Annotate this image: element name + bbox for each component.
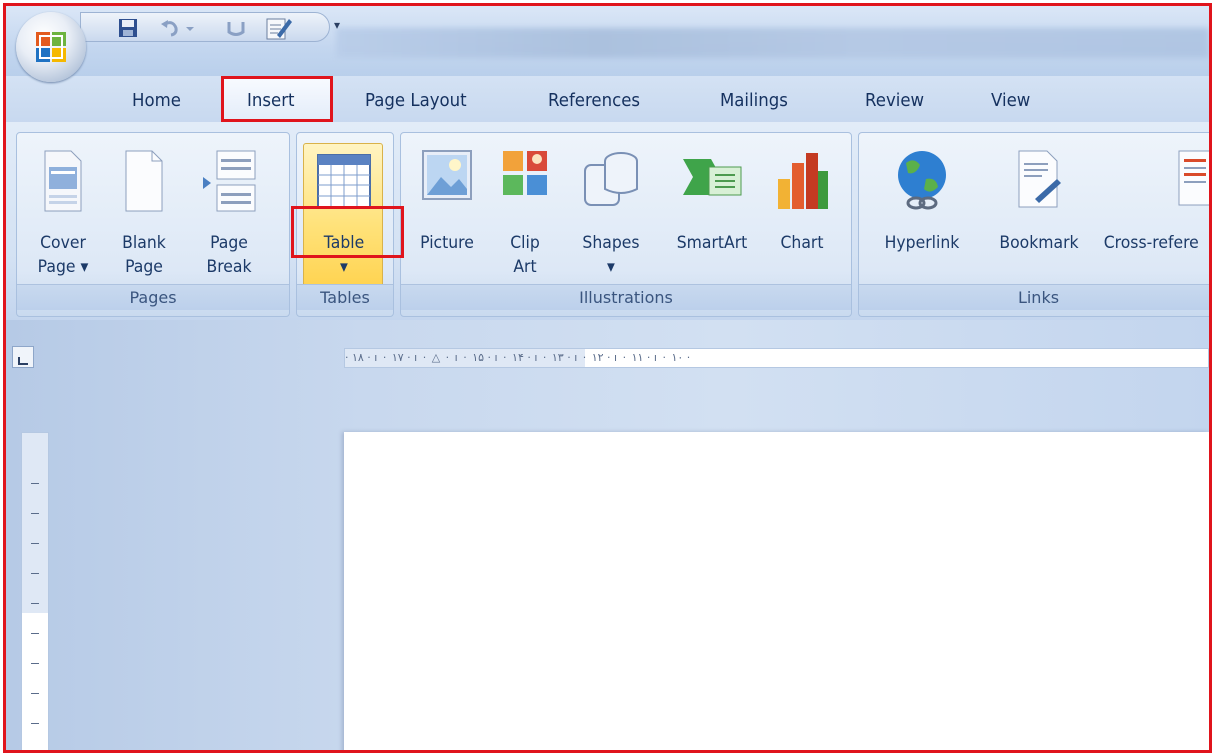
cross-reference-icon xyxy=(1178,150,1209,206)
ruler-tick xyxy=(31,573,39,574)
smartart-button[interactable]: SmartArt xyxy=(659,139,765,289)
bookmark-label: Bookmark xyxy=(999,233,1079,253)
title-blur xyxy=(336,28,1209,58)
tab-page-layout[interactable]: Page Layout xyxy=(365,90,467,111)
clip-art-button[interactable]: Clip Art xyxy=(497,139,553,289)
clip-art-label: Clip Art xyxy=(510,233,540,277)
quick-access-toolbar xyxy=(80,12,330,42)
ruler-tick xyxy=(31,483,39,484)
tables-group-label: Tables xyxy=(297,284,393,310)
document-area: · ۱۸ · ı · ۱۷ · ı · △ · ı · ۱۵ · ı · ۱۴ … xyxy=(6,320,1209,750)
ruler-tick xyxy=(31,543,39,544)
ruler-tick xyxy=(31,723,39,724)
smartart-icon xyxy=(683,159,742,196)
ruler-tick xyxy=(31,513,39,514)
tab-selector-button[interactable] xyxy=(12,346,34,368)
ruler-tick xyxy=(31,603,39,604)
shapes-button[interactable]: Shapes ▾ xyxy=(571,139,651,289)
cover-page-button[interactable]: Cover Page ▾ xyxy=(23,139,103,289)
group-pages: Cover Page ▾ Blank Page Page Break Pages xyxy=(16,132,290,317)
vertical-ruler[interactable] xyxy=(21,432,49,750)
tab-references[interactable]: References xyxy=(548,90,640,111)
ruler-tick xyxy=(31,693,39,694)
tab-insert[interactable]: Insert xyxy=(247,90,295,111)
blank-page-label: Blank Page xyxy=(122,233,166,277)
ruler-tick xyxy=(31,633,39,634)
title-bar: ▾ xyxy=(6,6,1209,82)
office-logo-icon xyxy=(36,32,66,62)
save-icon[interactable] xyxy=(117,18,139,38)
tab-mailings[interactable]: Mailings xyxy=(720,90,788,111)
hyperlink-icon xyxy=(898,151,946,210)
smartart-label: SmartArt xyxy=(676,233,748,253)
tab-view[interactable]: View xyxy=(991,90,1030,111)
bookmark-icon xyxy=(1018,150,1061,208)
edit-icon[interactable] xyxy=(265,15,293,41)
blank-page-icon xyxy=(125,150,163,212)
customize-qat-icon[interactable]: ▾ xyxy=(334,18,340,32)
tab-review[interactable]: Review xyxy=(865,90,924,111)
picture-button[interactable]: Picture xyxy=(407,139,487,289)
illustrations-group-label: Illustrations xyxy=(401,284,851,310)
table-button-highlight-box xyxy=(291,206,404,258)
group-illustrations: Picture Clip Art Shapes ▾ SmartArt Chart… xyxy=(400,132,852,317)
ribbon-tabs: Home Insert Page Layout References Maili… xyxy=(6,76,1209,124)
links-group-label: Links xyxy=(859,284,1209,310)
ruler-tick xyxy=(31,663,39,664)
table-icon xyxy=(317,154,371,208)
bookmark-button[interactable]: Bookmark xyxy=(981,139,1097,289)
word-window: ▾ Home Insert Page Layout References Mai… xyxy=(3,3,1212,753)
chart-icon xyxy=(778,153,828,209)
chart-label: Chart xyxy=(780,233,824,253)
redo-icon[interactable] xyxy=(225,18,247,38)
document-page[interactable] xyxy=(344,432,1209,750)
shapes-icon xyxy=(584,152,638,206)
pages-group-label: Pages xyxy=(17,284,289,310)
hyperlink-label: Hyperlink xyxy=(884,233,960,253)
cross-reference-button[interactable]: Cross-refere xyxy=(1097,139,1209,289)
chart-button[interactable]: Chart xyxy=(767,139,837,289)
picture-icon xyxy=(422,150,472,200)
page-break-button[interactable]: Page Break xyxy=(189,139,269,289)
ribbon: Cover Page ▾ Blank Page Page Break Pages… xyxy=(6,122,1209,320)
page-break-icon xyxy=(203,150,256,212)
office-button[interactable] xyxy=(16,12,86,82)
picture-label: Picture xyxy=(420,233,474,253)
page-break-label: Page Break xyxy=(206,233,252,277)
clip-art-icon xyxy=(503,151,547,195)
cover-page-icon xyxy=(44,150,82,212)
shapes-label: Shapes ▾ xyxy=(582,233,640,277)
horizontal-ruler[interactable]: · ۱۸ · ı · ۱۷ · ı · △ · ı · ۱۵ · ı · ۱۴ … xyxy=(344,348,1209,368)
group-links: Hyperlink Bookmark Cross-refere Links xyxy=(858,132,1209,317)
hyperlink-button[interactable]: Hyperlink xyxy=(867,139,977,289)
tab-home[interactable]: Home xyxy=(132,90,181,111)
undo-dropdown-icon[interactable] xyxy=(185,18,195,38)
undo-icon[interactable] xyxy=(159,18,181,38)
cover-page-label: Cover Page ▾ xyxy=(37,233,89,277)
cross-reference-label: Cross-refere xyxy=(1103,233,1199,253)
blank-page-button[interactable]: Blank Page xyxy=(109,139,179,289)
